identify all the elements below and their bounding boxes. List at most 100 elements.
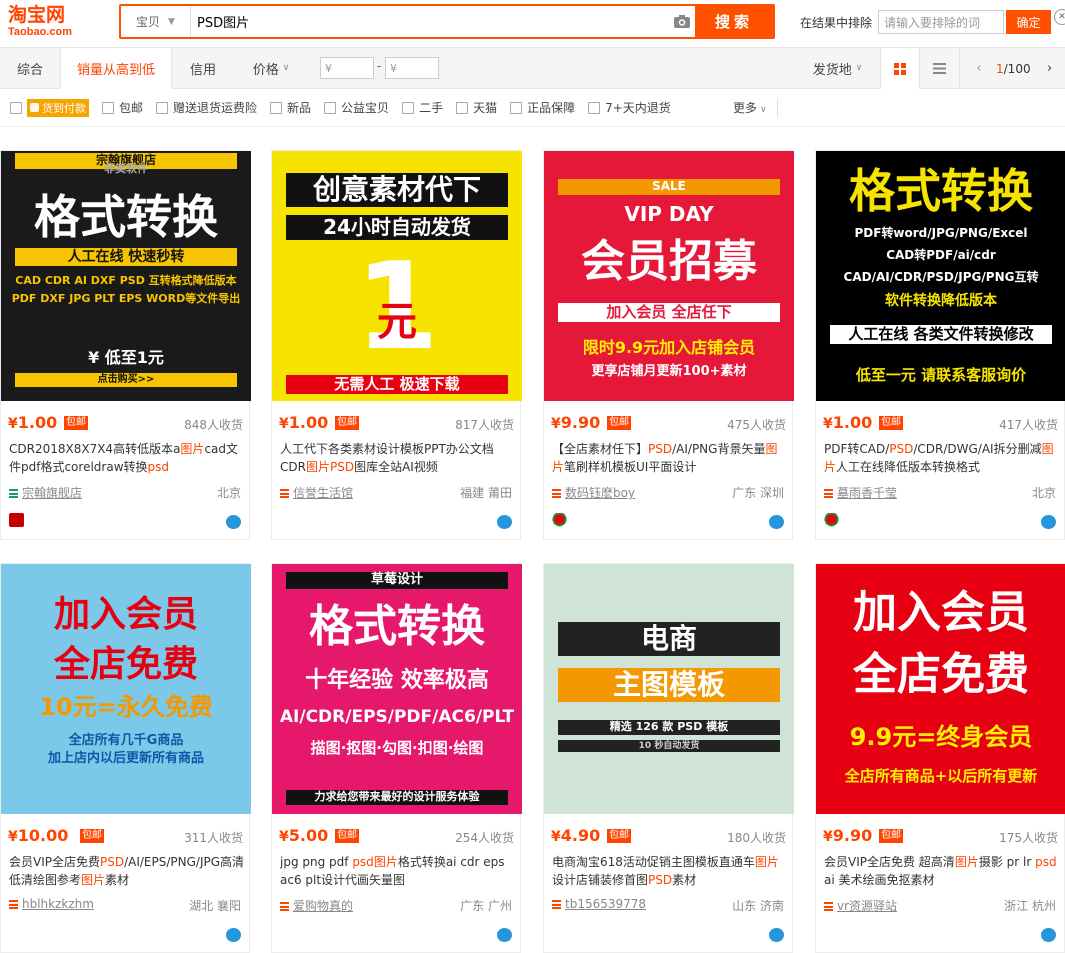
checkbox[interactable] xyxy=(588,101,601,114)
taobao-logo[interactable]: 淘宝网 Taobao.com xyxy=(8,4,90,40)
filter-tmall[interactable]: 天猫 xyxy=(456,99,497,116)
price-from-input[interactable]: ¥ xyxy=(320,57,374,79)
checkbox[interactable] xyxy=(270,101,283,114)
filter-cod[interactable]: 货到付款 xyxy=(10,98,89,117)
shop-name-link[interactable]: 墓雨香千莹 xyxy=(837,486,897,500)
product-title[interactable]: 人工代下各类素材设计模板PPT办公文档CDR图片PSD图库全站AI视频 xyxy=(280,440,516,476)
product-title[interactable]: 会员VIP全店免费PSD/AI/EPS/PNG/JPG高清低清绘图参考图片素材 xyxy=(9,853,245,889)
product-image-text: 10元=永久免费 xyxy=(39,693,213,721)
checkbox[interactable] xyxy=(102,101,114,114)
shop-name-link[interactable]: 数码钰麽boy xyxy=(565,486,635,500)
product-image[interactable]: 创意素材代下 24小时自动发货 1 元无需人工 极速下载 xyxy=(272,151,522,401)
divider xyxy=(777,99,778,117)
shop-location: 广东 广州 xyxy=(460,899,512,913)
title-text: 电商淘宝618活动促销主图模板直通车 xyxy=(552,855,755,869)
title-keyword-highlight: 图片 xyxy=(305,460,330,474)
prev-page-icon[interactable]: ‹ xyxy=(970,61,988,76)
filter-new[interactable]: 新品 xyxy=(270,99,311,116)
list-view-icon[interactable] xyxy=(920,48,960,89)
tab-price[interactable]: 价格 ∨ xyxy=(240,48,302,88)
shop-name-link[interactable]: 宗翰旗舰店 xyxy=(22,486,82,500)
filter-return-insurance[interactable]: 赠送退货运费险 xyxy=(156,99,257,116)
product-card[interactable]: 格式转换 PDF转word/JPG/PNG/Excel CAD转PDF/ai/cdr… xyxy=(815,150,1065,540)
wangwang-chat-icon[interactable] xyxy=(769,928,784,942)
product-card[interactable]: 创意素材代下 24小时自动发货 1 元无需人工 极速下载 ¥1.00 包邮 817人收货人工… xyxy=(271,150,522,540)
product-title[interactable]: PDF转CAD/PSD/CDR/DWG/AI拆分删减图片人工在线降低版本转换格式 xyxy=(824,440,1060,476)
product-image[interactable]: 格式转换 PDF转word/JPG/PNG/Excel CAD转PDF/ai/cdr… xyxy=(816,151,1065,401)
filter-genuine[interactable]: 正品保障 xyxy=(510,99,575,116)
tmall-icon[interactable] xyxy=(9,513,24,527)
product-image-text: ¥ 低至1元 xyxy=(88,348,164,367)
shop-name-link[interactable]: hblhkzkzhm xyxy=(22,897,94,911)
shop-name-link[interactable]: 爱购物真的 xyxy=(293,899,353,913)
exclude-confirm-button[interactable]: 确定 xyxy=(1006,10,1052,34)
filter-more[interactable]: 更多 ∨ xyxy=(733,99,767,116)
product-title[interactable]: CDR2018X8X7X4高转低版本a图片cad文件pdf格式coreldraw… xyxy=(9,440,245,476)
checkbox[interactable] xyxy=(510,101,523,114)
shop-name-link[interactable]: tb156539778 xyxy=(565,897,646,911)
product-card[interactable]: 宗翰旗舰店 非卖软件 格式转换 人工在线 快速秒转 CAD CDR AI DXF PSD… xyxy=(0,150,251,540)
product-image[interactable]: 宗翰旗舰店 非卖软件 格式转换 人工在线 快速秒转 CAD CDR AI DXF PSD… xyxy=(1,151,251,401)
product-card[interactable]: 加入会员 全店免费 10元=永久免费 全店所有几千G商品 加上店内以后更新所有商品 ¥10… xyxy=(0,563,251,953)
close-icon[interactable]: ✕ xyxy=(1054,9,1065,25)
wangwang-chat-icon[interactable] xyxy=(497,928,512,942)
product-image-text: 格式转换 xyxy=(309,601,485,652)
next-page-icon[interactable]: › xyxy=(1041,61,1059,76)
badges-row xyxy=(552,926,784,942)
checkbox[interactable] xyxy=(456,101,469,114)
checkbox[interactable] xyxy=(402,101,415,114)
flower-icon[interactable] xyxy=(824,513,839,527)
pager: ‹ 1 /100 › xyxy=(970,48,1059,89)
shop-name-link[interactable]: 信誉生活馆 xyxy=(293,486,353,500)
title-keyword-highlight: psd xyxy=(147,460,170,474)
checkbox[interactable] xyxy=(10,101,22,114)
filter-7day-return[interactable]: 7+天内退货 xyxy=(588,99,671,116)
title-keyword-highlight: PSD xyxy=(329,460,355,474)
product-image[interactable]: 草莓设计 格式转换 十年经验 效率极高 AI/CDR/EPS/PDF/AC6/PLT 描… xyxy=(272,564,522,814)
free-shipping-badge: 包邮 xyxy=(64,416,88,430)
wangwang-chat-icon[interactable] xyxy=(226,928,241,942)
product-image[interactable]: 加入会员 全店免费 10元=永久免费 全店所有几千G商品 加上店内以后更新所有商品 xyxy=(1,564,251,814)
search-type-select[interactable]: 宝贝 ▼ xyxy=(121,6,191,37)
filter-free-shipping[interactable]: 包邮 xyxy=(102,99,143,116)
product-image[interactable]: 加入会员 全店免费 9.9元=终身会员 全店所有商品+以后所有更新 xyxy=(816,564,1065,814)
filter-secondhand[interactable]: 二手 xyxy=(402,99,443,116)
exclude-label: 在结果中排除 xyxy=(800,15,873,30)
product-card[interactable]: 加入会员 全店免费 9.9元=终身会员 全店所有商品+以后所有更新 ¥9.90 包邮 175… xyxy=(815,563,1065,953)
product-title[interactable]: jpg png pdf psd图片格式转换ai cdr eps ac6 plt设… xyxy=(280,853,516,889)
product-image-text: 软件转换降低版本 xyxy=(885,293,997,309)
search-button[interactable]: 搜索 xyxy=(695,6,773,37)
wangwang-chat-icon[interactable] xyxy=(497,515,512,529)
location-filter[interactable]: 发货地 ∨ xyxy=(805,48,870,88)
product-title[interactable]: 【全店素材任下】PSD/AI/PNG背景矢量图片笔刷样机模板UI平面设计 xyxy=(552,440,788,476)
wangwang-chat-icon[interactable] xyxy=(226,515,241,529)
price-to-input[interactable]: ¥ xyxy=(385,57,439,79)
product-card[interactable]: SALE VIP DAY 会员招募 加入会员 全店任下 限时9.9元加入店铺会员 更享店铺… xyxy=(543,150,794,540)
product-title[interactable]: 会员VIP全店免费 超高清图片摄影 pr lr psd ai 美术绘画免抠素材 xyxy=(824,853,1060,889)
product-title[interactable]: 电商淘宝618活动促销主图模板直通车图片设计店铺装修首图PSD素材 xyxy=(552,853,788,889)
grid-view-icon[interactable] xyxy=(880,48,920,89)
tab-credit[interactable]: 信用 xyxy=(172,48,234,88)
shop-name-link[interactable]: vr资源驿站 xyxy=(837,899,897,913)
wangwang-chat-icon[interactable] xyxy=(1041,515,1056,529)
tab-sales-desc[interactable]: 销量从高到低 xyxy=(60,48,172,89)
product-image-text: 10 秒自动发货 xyxy=(558,740,780,753)
exclude-input[interactable]: 请输入要排除的词 xyxy=(878,10,1005,34)
product-card[interactable]: 电商 主图模板 精选 126 款 PSD 模板 10 秒自动发货 ¥4.90 包邮 180人… xyxy=(543,563,794,953)
filter-charity[interactable]: 公益宝贝 xyxy=(324,99,389,116)
search-input[interactable]: PSD图片 xyxy=(191,6,669,37)
flower-icon[interactable] xyxy=(552,513,567,527)
price-row: ¥1.00 包邮 817人收货 xyxy=(279,413,514,433)
product-image-text: 加入会员 xyxy=(853,587,1029,638)
checkbox[interactable] xyxy=(156,101,169,114)
wangwang-chat-icon[interactable] xyxy=(769,515,784,529)
price: ¥10.00 xyxy=(8,826,68,845)
product-image[interactable]: 电商 主图模板 精选 126 款 PSD 模板 10 秒自动发货 xyxy=(544,564,794,814)
camera-icon[interactable] xyxy=(669,6,695,37)
checkbox[interactable] xyxy=(324,101,337,114)
tab-comprehensive[interactable]: 综合 xyxy=(0,48,60,88)
shop-location: 山东 济南 xyxy=(732,899,784,913)
product-image[interactable]: SALE VIP DAY 会员招募 加入会员 全店任下 限时9.9元加入店铺会员 更享店铺… xyxy=(544,151,794,401)
wangwang-chat-icon[interactable] xyxy=(1041,928,1056,942)
product-card[interactable]: 草莓设计 格式转换 十年经验 效率极高 AI/CDR/EPS/PDF/AC6/PLT 描… xyxy=(271,563,522,953)
